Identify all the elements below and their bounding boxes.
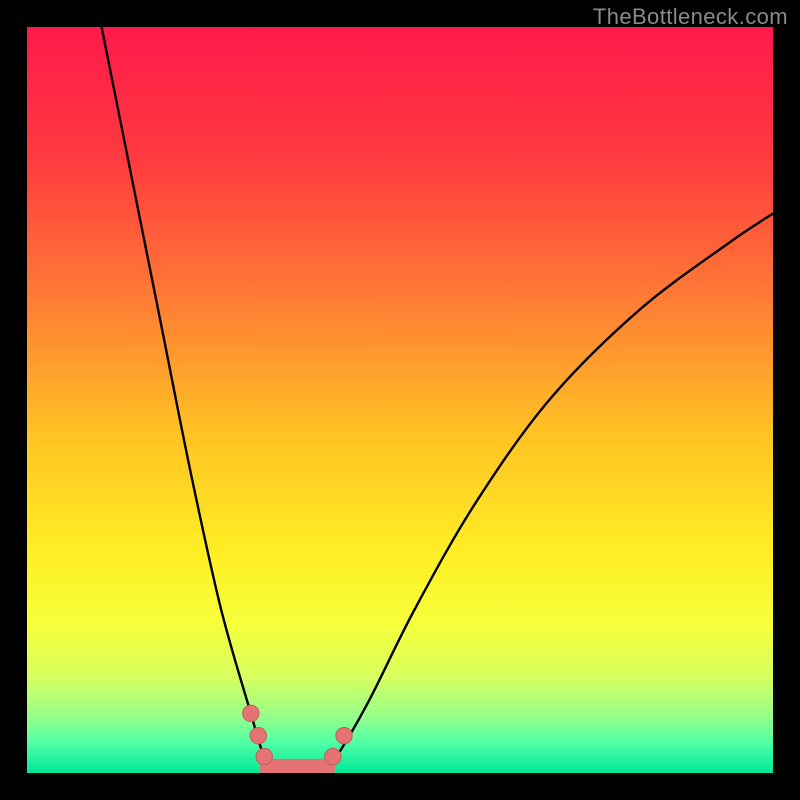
curve-left (102, 27, 274, 769)
watermark-text: TheBottleneck.com (593, 4, 788, 30)
plot-area (27, 27, 773, 773)
chart-frame: TheBottleneck.com (0, 0, 800, 800)
marker-dots (243, 705, 353, 765)
curve-layer (27, 27, 773, 773)
curve-right (325, 214, 773, 770)
